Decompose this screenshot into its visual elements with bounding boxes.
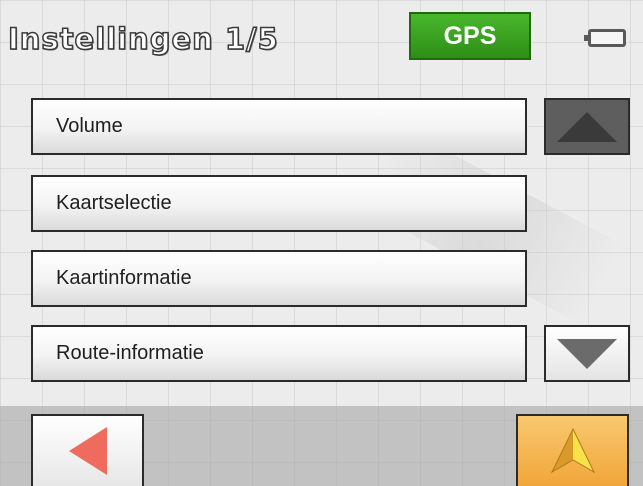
menu-item-label: Kaartinformatie bbox=[56, 267, 192, 289]
navigate-button[interactable] bbox=[516, 414, 629, 486]
gps-status-badge[interactable]: GPS bbox=[409, 12, 531, 60]
arrow-left-icon bbox=[68, 427, 107, 475]
menu-item-kaartselectie[interactable]: Kaartselectie bbox=[31, 175, 527, 232]
menu-item-label: Route-informatie bbox=[56, 342, 204, 364]
menu-item-label: Kaartselectie bbox=[56, 192, 172, 214]
menu-item-kaartinformatie[interactable]: Kaartinformatie bbox=[31, 250, 527, 307]
header: Instellingen 1/5 GPS bbox=[0, 0, 643, 86]
triangle-up-icon bbox=[557, 111, 617, 142]
battery-icon bbox=[584, 29, 626, 47]
scroll-down-button[interactable] bbox=[544, 325, 630, 382]
menu-item-route-informatie[interactable]: Route-informatie bbox=[31, 325, 527, 382]
page-title: Instellingen 1/5 bbox=[7, 21, 279, 57]
back-button[interactable] bbox=[31, 414, 144, 486]
scroll-up-button[interactable] bbox=[544, 98, 630, 155]
triangle-down-icon bbox=[557, 338, 617, 369]
menu-item-label: Volume bbox=[56, 115, 123, 137]
menu-item-volume[interactable]: Volume bbox=[31, 98, 527, 155]
navigation-arrow-icon bbox=[550, 427, 595, 474]
